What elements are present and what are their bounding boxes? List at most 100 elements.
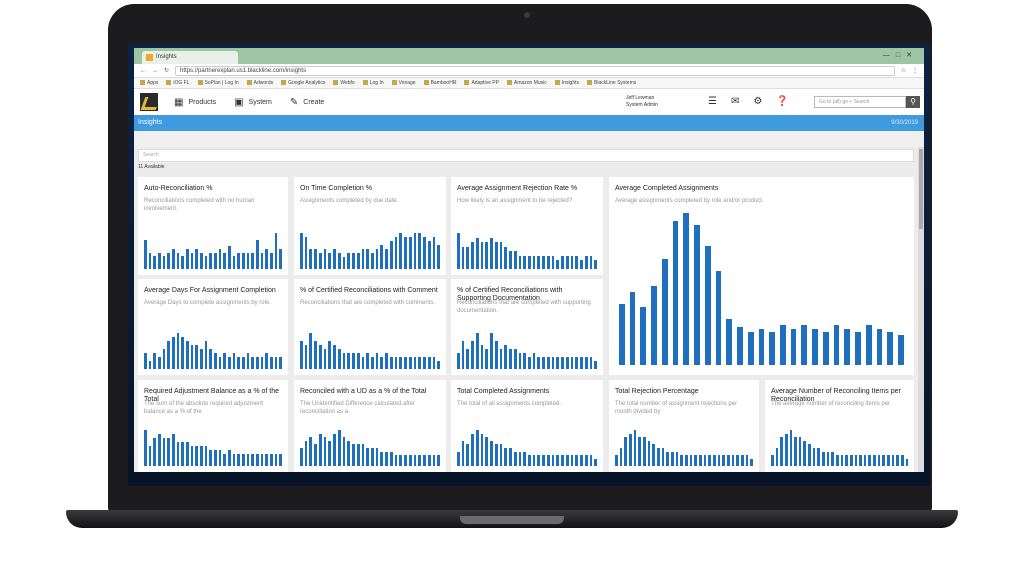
chart-bar [790,328,797,365]
chart-bar [352,353,355,369]
nav-products[interactable]: ▦ Products [174,97,216,108]
bookmark-item[interactable]: Log In [363,80,384,86]
chart-bar [181,337,185,369]
chart-bar [337,430,341,466]
insight-card[interactable]: Reconciled with a UD as a % of the Total… [294,380,446,472]
nav-label: System [248,98,272,106]
chart-bar [432,357,436,369]
bookmark-item[interactable]: Insights [555,80,579,86]
bookmark-item[interactable]: BlackLine Systems [587,80,636,86]
chart-bar [532,255,536,269]
filter-input[interactable]: Search [138,149,914,162]
forward-icon[interactable]: → [152,68,158,74]
browser-tab[interactable]: Insights [142,51,238,64]
date-selector[interactable]: 9/30/2019 [891,118,918,128]
search-input[interactable]: Go to (all) go + Search [814,96,906,108]
bookmark-item[interactable]: Adaptive PP [464,80,499,86]
chart-bar [826,451,830,466]
nav-create[interactable]: ✎ Create [290,97,324,108]
bookmark-item[interactable]: Apps [140,80,158,86]
menu-icon[interactable]: ⋮ [912,67,918,74]
chart-bar [186,249,189,269]
chart-bar [251,357,255,369]
chart-bar [556,357,560,369]
bookmark-item[interactable]: Amazon Music [507,80,547,86]
scrollbar[interactable] [918,147,924,472]
chart-bar [584,357,588,369]
chart-bar [694,455,698,466]
star-icon[interactable]: ☆ [901,67,906,74]
nav-system[interactable]: ▣ System [234,97,272,108]
back-icon[interactable]: ← [140,68,146,74]
address-bar: ← → ↻ https://partnerexplan.us1.blacklin… [134,64,924,78]
chart-bar [347,353,351,369]
chart-bar [466,349,470,369]
insight-card[interactable]: Total Rejection Percentage The total num… [609,380,759,472]
bookmark-item[interactable]: BambooHR [424,80,457,86]
insight-card-large[interactable]: Average Completed Assignments Average as… [609,177,914,375]
chart-bar [457,353,460,369]
card-chart [457,333,598,369]
bookmark-item[interactable]: Vonage [392,80,416,86]
chart-bar [232,454,236,466]
card-chart [457,233,598,269]
chart-bar [651,285,657,365]
chart-bar [561,357,564,369]
chart-bar [661,448,665,466]
chart-bar [859,455,862,466]
gear-icon[interactable]: ⚙ [753,96,762,107]
list-icon[interactable]: ☰ [708,96,717,107]
chart-bar [304,237,308,269]
insight-card[interactable]: Total Completed Assignments The total of… [451,380,603,472]
chart-bar [375,353,379,369]
help-icon[interactable]: ❓ [776,96,788,107]
reload-icon[interactable]: ↻ [164,67,169,74]
window-controls[interactable]: —□✕ [883,51,918,59]
chart-bar [408,357,412,369]
chart-bar [190,446,194,466]
chart-bar [619,448,623,466]
insight-card[interactable]: Required Adjustment Balance as a % of th… [138,380,288,472]
scrollbar-thumb[interactable] [919,149,923,229]
chart-bar [437,361,441,369]
chart-bar [394,455,398,466]
insight-card[interactable]: % of Certified Reconciliations with Comm… [294,279,446,375]
bookmark-item[interactable]: iOG FL [166,80,189,86]
card-title: Total Rejection Percentage [615,388,699,395]
url-input[interactable]: https://partnerexplan.us1.blackline.com/… [175,65,895,76]
chart-bar [877,455,881,466]
bookmark-item[interactable]: Adwords [247,80,273,86]
chart-bar [685,455,688,466]
chart-bar [615,455,618,466]
insight-card[interactable]: On Time Completion % Assignments complet… [294,177,446,275]
user-info[interactable]: Jeff Lewman System Admin [626,95,658,109]
bookmark-item[interactable]: SoPlan | Log In [198,80,239,86]
insight-card[interactable]: Average Assignment Rejection Rate % How … [451,177,603,275]
chart-bar [232,255,236,269]
chart-bar [812,448,816,466]
chart-bar [300,341,303,369]
chart-bar [408,237,412,269]
chart-bar [144,430,147,466]
chart-bar [849,455,853,466]
chart-bar [504,448,508,466]
insight-card[interactable]: Average Number of Reconciling Items per … [765,380,914,472]
insight-card[interactable]: Average Days For Assignment Completion A… [138,279,288,375]
chart-bar [542,255,545,269]
chart-bar [418,455,422,466]
insight-card[interactable]: % of Certified Reconciliations with Supp… [451,279,603,375]
chart-bar [158,357,161,369]
chart-bar [195,249,199,269]
blackline-logo[interactable] [140,93,158,111]
insight-card[interactable]: Auto-Reconciliation % Reconciliations co… [138,177,288,275]
search-icon[interactable]: ⚲ [906,96,920,108]
chart-bar [475,333,479,369]
bookmark-item[interactable]: Webfo [333,80,354,86]
chart-bar [789,430,793,466]
bookmark-item[interactable]: Google Analytics [281,80,325,86]
mail-icon[interactable]: ✉ [731,96,739,107]
chart-bar [260,252,264,269]
chart-bar [794,437,797,466]
chart-bar [423,357,426,369]
chart-bar [509,448,512,466]
